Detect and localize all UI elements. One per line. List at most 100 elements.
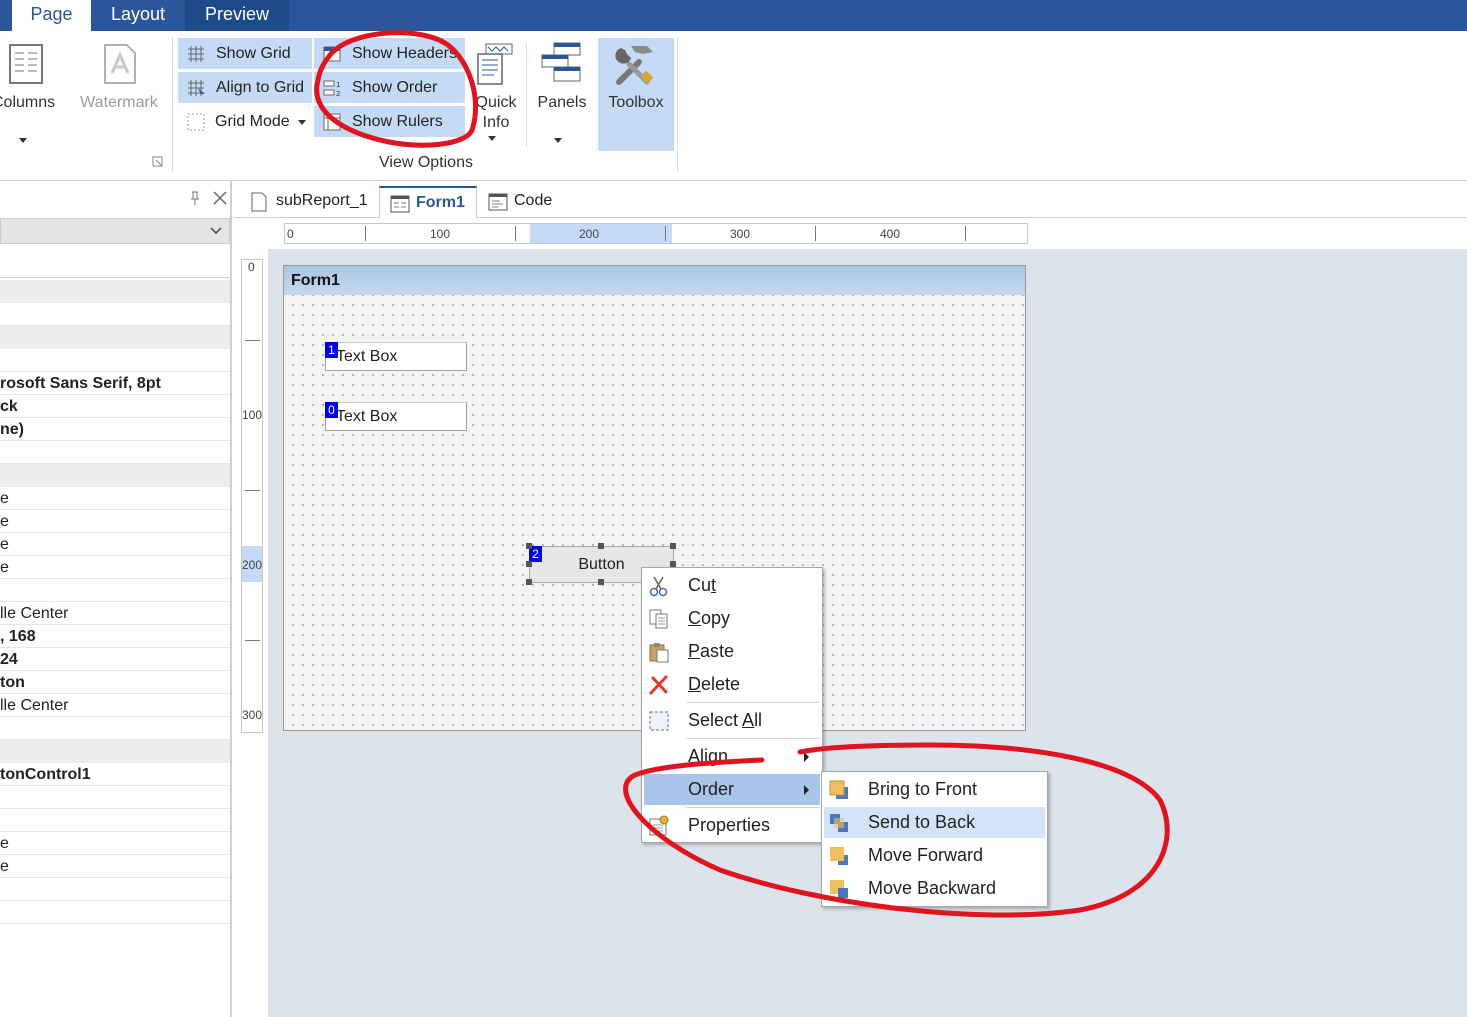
menu-item-move-backward[interactable]: Move Backward (824, 873, 1045, 904)
show-grid-button[interactable]: Show Grid (178, 38, 312, 69)
resize-handle[interactable] (670, 543, 676, 549)
tab-layout[interactable]: Layout (91, 0, 185, 31)
property-row[interactable] (0, 349, 230, 372)
watermark-icon (104, 44, 136, 84)
text-box-control[interactable]: Text Box (325, 342, 467, 371)
toolbox-button[interactable]: Toolbox (598, 38, 674, 151)
properties-icon (649, 815, 669, 836)
resize-handle[interactable] (526, 561, 532, 567)
grid-mode-button[interactable]: Grid Mode (178, 106, 312, 137)
quick-info-button[interactable]: Quick Info (468, 39, 524, 149)
vertical-ruler: 0 100 200 300 (241, 259, 263, 733)
property-row[interactable]: ton (0, 671, 230, 694)
property-row[interactable] (0, 441, 230, 464)
property-row[interactable]: e (0, 556, 230, 579)
property-row[interactable]: e (0, 510, 230, 533)
group-label-view-options: View Options (379, 154, 473, 171)
property-row[interactable] (0, 303, 230, 326)
move-backward-icon (830, 880, 848, 898)
property-row[interactable]: tonControl1 (0, 763, 230, 786)
property-row[interactable]: e (0, 487, 230, 510)
ruler-tick-label: 0 (248, 260, 255, 274)
columns-label: Columns (0, 94, 56, 111)
property-row[interactable] (0, 786, 230, 809)
move-forward-icon (830, 847, 848, 865)
menu-item-order[interactable]: Order (644, 774, 820, 805)
property-row[interactable] (0, 717, 230, 740)
tab-order-badge: 1 (325, 342, 338, 358)
property-category (0, 464, 230, 487)
tab-preview[interactable]: Preview (185, 0, 289, 31)
property-row[interactable]: e (0, 855, 230, 878)
property-row[interactable]: ne) (0, 418, 230, 441)
resize-handle[interactable] (526, 579, 532, 585)
close-icon[interactable] (212, 190, 228, 206)
show-headers-label: Show Headers (352, 45, 457, 62)
show-order-label: Show Order (352, 79, 438, 96)
show-order-button[interactable]: 1 2 Show Order (314, 72, 465, 103)
menu-item-send-to-back[interactable]: Send to Back (824, 807, 1045, 838)
resize-handle[interactable] (598, 579, 604, 585)
property-row[interactable]: , 168 (0, 625, 230, 648)
property-row[interactable] (0, 901, 230, 924)
tab-form1[interactable]: Form1 (379, 186, 477, 218)
columns-button[interactable]: Columns (0, 39, 62, 149)
copy-icon (649, 609, 668, 629)
ruler-tick-label: 300 (242, 708, 263, 722)
property-row[interactable]: ck (0, 395, 230, 418)
show-rulers-button[interactable]: Show Rulers (314, 106, 465, 137)
form-icon (390, 195, 410, 213)
menu-item-cut[interactable]: Cut (644, 570, 820, 601)
property-row[interactable]: rosoft Sans Serif, 8pt (0, 372, 230, 395)
panels-icon (541, 42, 581, 82)
property-row[interactable]: 24 (0, 648, 230, 671)
property-row[interactable]: e (0, 533, 230, 556)
show-headers-button[interactable]: Show Headers (314, 38, 465, 69)
ruler-tick-label: 100 (430, 227, 451, 241)
select-all-icon (649, 711, 669, 731)
menu-item-paste[interactable]: Paste (644, 636, 820, 667)
chevron-down-icon (554, 138, 562, 143)
ruler-tick-label: 200 (579, 227, 600, 241)
menu-item-select-all[interactable]: Select All (644, 705, 820, 736)
toolbox-icon (615, 46, 654, 85)
align-to-grid-button[interactable]: Align to Grid (178, 72, 312, 103)
resize-handle[interactable] (526, 543, 532, 549)
resize-handle[interactable] (598, 543, 604, 549)
document-icon (251, 192, 267, 212)
tab-subreport[interactable]: subReport_1 (240, 186, 378, 218)
menu-item-copy[interactable]: Copy (644, 603, 820, 634)
menu-item-bring-to-front[interactable]: Bring to Front (824, 774, 1045, 805)
chevron-down-icon (210, 227, 222, 235)
property-row[interactable]: lle Center (0, 602, 230, 625)
menu-item-properties[interactable]: Properties (644, 810, 820, 841)
property-row[interactable] (0, 579, 230, 602)
property-row[interactable]: e (0, 832, 230, 855)
paste-icon (649, 643, 669, 663)
property-row[interactable] (0, 809, 230, 832)
panels-button[interactable]: Panels (530, 39, 594, 149)
svg-text:1: 1 (336, 81, 340, 89)
watermark-button[interactable]: Watermark (74, 39, 164, 119)
ruler-tick-label: 0 (287, 227, 294, 241)
property-row[interactable]: lle Center (0, 694, 230, 717)
tab-page[interactable]: Page (12, 0, 91, 31)
menu-item-delete[interactable]: Delete (644, 669, 820, 700)
dialog-launcher-icon[interactable] (152, 156, 164, 168)
ribbon: Columns Watermark Show Grid Align to Gri… (0, 31, 1467, 181)
property-row[interactable] (0, 878, 230, 901)
object-selector-dropdown[interactable] (0, 218, 230, 244)
code-icon (488, 193, 508, 211)
tab-code[interactable]: Code (478, 186, 558, 218)
align-to-grid-label: Align to Grid (216, 79, 305, 96)
form-title-bar[interactable]: Form1 (284, 266, 1025, 295)
pin-icon[interactable] (188, 190, 202, 206)
submenu-arrow-icon (804, 785, 809, 795)
property-category (0, 280, 230, 303)
ribbon-tab-bar: Page Layout Preview (0, 0, 1467, 31)
menu-item-align[interactable]: Align (644, 741, 820, 772)
text-box-control[interactable]: Text Box (325, 402, 467, 431)
ribbon-separator (526, 43, 527, 147)
toolbox-label: Toolbox (608, 94, 664, 111)
menu-item-move-forward[interactable]: Move Forward (824, 840, 1045, 871)
